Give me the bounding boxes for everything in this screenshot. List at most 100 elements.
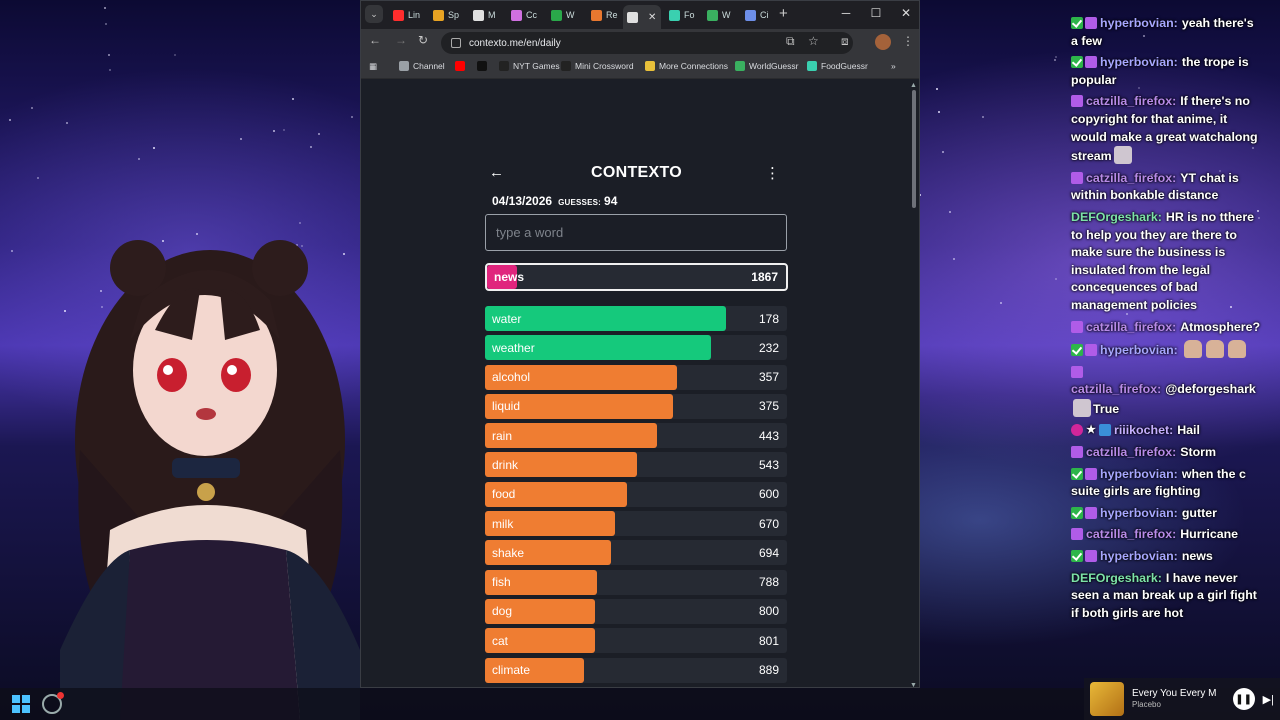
chat-username[interactable]: hyperbovian: bbox=[1100, 506, 1178, 520]
star bbox=[10, 249, 13, 252]
vtuber-avatar bbox=[60, 240, 360, 720]
guesses-count: 94 bbox=[604, 194, 618, 208]
minimize-icon[interactable]: ─ bbox=[831, 6, 861, 20]
chat-username[interactable]: catzilla_firefox: bbox=[1086, 94, 1176, 108]
browser-tab[interactable]: M bbox=[469, 5, 505, 25]
word-input[interactable] bbox=[485, 214, 787, 251]
browser-tab[interactable]: Ci bbox=[741, 5, 777, 25]
taskbar-app-icon[interactable] bbox=[42, 692, 64, 714]
bookmark-label: NYT Games bbox=[513, 61, 560, 71]
check-badge-icon bbox=[1071, 467, 1083, 480]
chat-emote-icon bbox=[1183, 340, 1202, 359]
site-info-icon[interactable] bbox=[451, 38, 461, 48]
guess-rank: 670 bbox=[758, 516, 779, 531]
browser-tab[interactable]: Sp bbox=[429, 5, 467, 25]
chat-username[interactable]: catzilla_firefox: bbox=[1086, 320, 1176, 334]
bookmark-mini-crossword[interactable]: Mini Crossword bbox=[561, 61, 634, 71]
chat-username[interactable]: hyperbovian: bbox=[1100, 549, 1178, 563]
chat-username[interactable]: hyperbovian: bbox=[1100, 343, 1178, 357]
browser-tab[interactable]: ✕ bbox=[623, 5, 661, 29]
star bbox=[108, 53, 110, 56]
browser-window: ⌄ Lin Sp M Cc W Re ✕ Fo W Ci + ─ ☐ ✕ ← → ↻ contex… bbox=[360, 0, 920, 688]
browser-menu-icon[interactable]: ⋮ bbox=[902, 34, 914, 48]
browser-tab[interactable]: Re bbox=[587, 5, 621, 25]
chat-username[interactable]: hyperbovian: bbox=[1100, 55, 1178, 69]
guess-rank: 543 bbox=[758, 457, 779, 472]
star bbox=[105, 22, 108, 25]
guess-word: climate bbox=[492, 663, 531, 678]
forward-arrow-icon[interactable]: → bbox=[395, 33, 407, 47]
bookmark-more-connections[interactable]: More Connections bbox=[645, 61, 728, 71]
browser-tab[interactable]: W bbox=[703, 5, 739, 25]
chat-username[interactable]: riiikochet: bbox=[1114, 423, 1173, 437]
chat-username[interactable]: hyperbovian: bbox=[1100, 467, 1178, 481]
profile-avatar[interactable] bbox=[875, 34, 891, 50]
bookmark-star-icon[interactable]: ☆ bbox=[808, 34, 819, 48]
install-app-icon[interactable]: ⧉ bbox=[786, 34, 795, 49]
browser-tab[interactable]: Lin bbox=[389, 5, 427, 25]
browser-toolbar: ← → ↻ contexto.me/en/daily ⧉ ☆ ⧈ ⋮ bbox=[361, 29, 919, 57]
guesses-label: GUESSES: bbox=[558, 198, 602, 207]
chat-username[interactable]: DEFOrgeshark: bbox=[1071, 571, 1162, 585]
apps-grid-icon[interactable]: ▦ bbox=[369, 61, 377, 72]
nyt-icon bbox=[499, 61, 509, 71]
next-track-icon[interactable]: ▶| bbox=[1263, 693, 1274, 706]
back-arrow-icon[interactable]: ← bbox=[369, 33, 381, 47]
close-window-icon[interactable]: ✕ bbox=[891, 6, 919, 20]
app-header: ← CONTEXTO ⋮ bbox=[485, 162, 788, 188]
tab-favicon-icon bbox=[707, 9, 718, 21]
pause-icon[interactable]: ❚❚ bbox=[1232, 688, 1255, 710]
bookmark-worldguessr[interactable]: WorldGuessr bbox=[735, 61, 798, 71]
chat-username[interactable]: catzilla_firefox: bbox=[1086, 171, 1176, 185]
tab-search-icon[interactable]: ⌄ bbox=[365, 5, 383, 23]
kebab-menu-icon[interactable]: ⋮ bbox=[765, 164, 780, 182]
guess-row: alcohol 357 bbox=[485, 364, 787, 390]
guess-row: shake 694 bbox=[485, 540, 787, 566]
chat-username[interactable]: DEFOrgeshark: bbox=[1071, 210, 1162, 224]
chat-text: @deforgeshark bbox=[1165, 382, 1256, 397]
guess-word: cat bbox=[492, 633, 509, 648]
bookmark-channel[interactable]: Channel bbox=[399, 61, 445, 71]
chat-badges bbox=[1071, 17, 1097, 29]
chat-text: HR is no tthere to help you they are the… bbox=[1071, 209, 1255, 312]
close-tab-icon[interactable]: ✕ bbox=[648, 12, 656, 23]
scrollbar[interactable]: ▲ ▼ bbox=[909, 80, 919, 687]
browser-tab[interactable]: Cc bbox=[507, 5, 545, 25]
browser-tab[interactable]: Fo bbox=[665, 5, 701, 25]
bookmark-youtube-icon[interactable] bbox=[455, 61, 465, 71]
sub-badge-icon bbox=[1071, 320, 1083, 333]
star bbox=[153, 146, 156, 149]
maximize-icon[interactable]: ☐ bbox=[861, 6, 891, 20]
tab-label: W bbox=[566, 10, 575, 20]
page-viewport: ← CONTEXTO ⋮ 04/13/2026 GUESSES: 94 news… bbox=[361, 80, 909, 687]
sub-badge-icon bbox=[1085, 56, 1097, 69]
chat-username[interactable]: catzilla_firefox: bbox=[1086, 445, 1176, 459]
star bbox=[8, 118, 11, 121]
bookmark-nyt-games[interactable]: NYT Games bbox=[499, 61, 560, 71]
scroll-up-icon[interactable]: ▲ bbox=[910, 82, 917, 89]
guess-row: water 178 bbox=[485, 306, 787, 331]
extensions-icon[interactable]: ⧈ bbox=[841, 34, 849, 49]
bookmark-x-icon[interactable] bbox=[477, 61, 487, 71]
chat-username[interactable]: catzilla_firefox: bbox=[1086, 527, 1176, 541]
new-tab-button[interactable]: + bbox=[779, 5, 788, 22]
star bbox=[30, 106, 33, 109]
media-title: Every You Every M bbox=[1132, 688, 1217, 700]
scroll-down-icon[interactable]: ▼ bbox=[910, 682, 917, 687]
browser-tab[interactable]: W bbox=[547, 5, 585, 25]
reload-icon[interactable]: ↻ bbox=[418, 33, 428, 47]
more-bookmarks-icon[interactable]: » bbox=[891, 61, 896, 71]
chat-username[interactable]: catzilla_firefox: bbox=[1071, 382, 1161, 396]
guess-row: fish 788 bbox=[485, 569, 787, 595]
chat-message: hyperbovian: when the c suite girls are f… bbox=[1064, 465, 1270, 504]
windows-start-icon[interactable] bbox=[12, 695, 30, 713]
chat-username[interactable]: hyperbovian: bbox=[1100, 16, 1178, 30]
media-player-widget[interactable]: Every You Every M Placebo ❚❚ ▶| bbox=[1084, 678, 1280, 720]
star bbox=[981, 116, 984, 119]
chat-text: Hail bbox=[1177, 423, 1200, 438]
scroll-thumb[interactable] bbox=[912, 90, 916, 208]
bookmark-foodguessr[interactable]: FoodGuessr bbox=[807, 61, 868, 71]
star bbox=[298, 221, 301, 224]
chat-message: hyperbovian: yeah there's a few bbox=[1064, 14, 1270, 53]
chat-badges: ★ bbox=[1071, 424, 1111, 437]
